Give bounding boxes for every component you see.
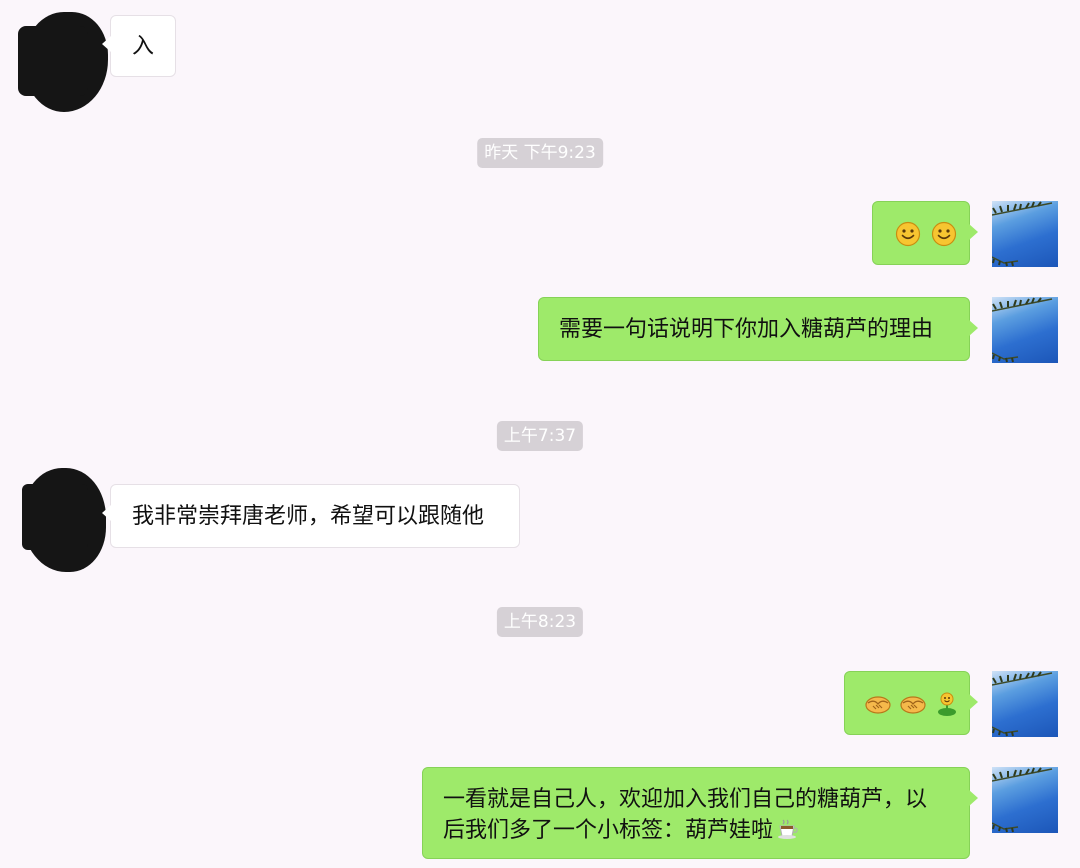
message-text: 我非常崇拜唐老师，希望可以跟随他 — [132, 504, 485, 529]
message-text-line-2: 后我们多了一个小标签：葫芦娃啦 — [443, 815, 969, 846]
handshake-emoji-icon — [900, 696, 926, 714]
contact-avatar[interactable] — [18, 12, 108, 112]
timestamp: 上午7:37 — [496, 421, 584, 451]
outgoing-message-bubble[interactable]: 需要一句话说明下你加入糖葫芦的理由 — [538, 297, 978, 361]
incoming-message-bubble[interactable]: 入 — [102, 15, 176, 77]
outgoing-emoji-bubble[interactable] — [872, 201, 978, 265]
incoming-message-bubble[interactable]: 我非常崇拜唐老师，希望可以跟随他 — [102, 484, 520, 548]
timestamp: 昨天 下午9:23 — [477, 138, 603, 168]
my-avatar[interactable] — [992, 297, 1058, 363]
timestamp: 上午8:23 — [496, 607, 584, 637]
sprout-emoji-icon — [938, 692, 956, 716]
contact-avatar[interactable] — [22, 468, 106, 572]
my-avatar[interactable] — [992, 767, 1058, 833]
smile-emoji-icon — [931, 221, 957, 247]
my-avatar[interactable] — [992, 201, 1058, 267]
outgoing-message-bubble[interactable]: 一看就是自己人，欢迎加入我们自己的糖葫芦，以 后我们多了一个小标签：葫芦娃啦 — [422, 767, 978, 859]
branches-picture — [992, 671, 1053, 737]
message-text-line-1: 一看就是自己人，欢迎加入我们自己的糖葫芦，以 — [443, 787, 928, 812]
message-text: 需要一句话说明下你加入糖葫芦的理由 — [559, 317, 934, 342]
coffee-emoji-icon — [778, 819, 798, 839]
chat-conversation[interactable]: 入 昨天 下午9:23 需要一句话说明下你加入糖葫芦的理由 上午7:37 我非常… — [0, 0, 1080, 868]
message-text: 入 — [131, 34, 154, 59]
branches-picture — [992, 201, 1053, 267]
smile-emoji-icon — [895, 221, 921, 247]
branches-picture — [992, 767, 1053, 833]
branches-picture — [992, 297, 1053, 363]
handshake-emoji-icon — [865, 696, 891, 714]
my-avatar[interactable] — [992, 671, 1058, 737]
outgoing-emoji-bubble[interactable] — [844, 671, 978, 735]
